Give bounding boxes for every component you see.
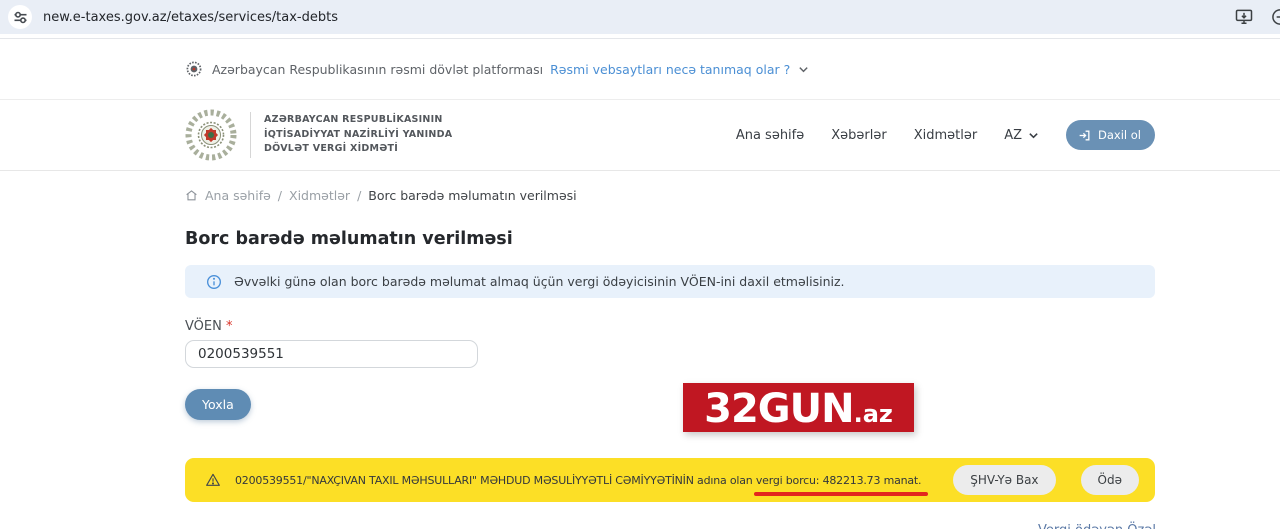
screen: new.e-taxes.gov.az/etaxes/services/tax-d… (0, 0, 1280, 529)
result-actions: ŞHV-Yə Bax Ödə (953, 465, 1139, 495)
ministry-emblem-icon (185, 109, 237, 161)
main-nav: Ana səhifə Xəbərlər Xidmətlər AZ Daxil o… (736, 120, 1155, 150)
ministry-logo[interactable]: AZƏRBAYCAN RESPUBLİKASININ İQTİSADİYYAT … (185, 109, 452, 161)
breadcrumb-current: Borc barədə məlumatın verilməsi (368, 188, 576, 203)
chevron-down-icon (1028, 130, 1039, 141)
login-icon (1078, 129, 1091, 142)
gov-notice-text: Azərbaycan Respublikasının rəsmi dövlət … (212, 62, 543, 77)
breadcrumb-separator: / (357, 188, 361, 203)
browser-address-bar[interactable]: new.e-taxes.gov.az/etaxes/services/tax-d… (0, 0, 1280, 34)
clipped-footer-label: Vergi ödəyən Özəl (1038, 523, 1156, 529)
debt-result-alert: 0200539551/"NAXÇIVAN TAXIL MƏHSULLARI" M… (185, 458, 1155, 502)
required-asterisk: * (226, 319, 233, 334)
info-icon (206, 274, 222, 290)
info-alert-text: Əvvəlki günə olan borc barədə məlumat al… (234, 274, 845, 289)
nav-item-services[interactable]: Xidmətlər (914, 128, 977, 143)
login-button[interactable]: Daxil ol (1066, 120, 1155, 150)
main-content: Ana səhifə / Xidmətlər / Borc barədə məl… (185, 188, 1155, 502)
voen-label-text: VÖEN (185, 319, 222, 334)
gov-notice-link[interactable]: Rəsmi vebsaytları necə tanımaq olar ? (550, 62, 790, 77)
login-label: Daxil ol (1098, 128, 1141, 142)
nav-item-home[interactable]: Ana səhifə (736, 128, 804, 143)
breadcrumb-services[interactable]: Xidmətlər (289, 188, 350, 203)
home-icon[interactable] (185, 189, 198, 202)
watermark-suffix-text: .az (854, 402, 893, 426)
org-line-2: İQTİSADİYYAT NAZİRLİYİ YANINDA (264, 128, 452, 143)
check-button[interactable]: Yoxla (185, 389, 251, 420)
zoom-out-icon[interactable] (1270, 7, 1280, 27)
debt-amount-underlined: vergi borcu: 482213.73 manat. (756, 474, 922, 487)
org-line-1: AZƏRBAYCAN RESPUBLİKASININ (264, 113, 452, 128)
watermark-main-text: 32GUN (704, 389, 853, 429)
site-settings-icon[interactable] (8, 5, 32, 29)
breadcrumb-separator: / (278, 188, 282, 203)
logo-divider (250, 112, 251, 158)
organization-name: AZƏRBAYCAN RESPUBLİKASININ İQTİSADİYYAT … (264, 113, 452, 157)
chevron-down-icon[interactable] (798, 64, 809, 75)
watermark-32gun: 32GUN .az (683, 383, 914, 432)
language-selector[interactable]: AZ (1004, 128, 1039, 143)
page-title: Borc barədə məlumatın verilməsi (185, 229, 1155, 249)
clipped-footer-text: Vergi ödəyən Özəl (1038, 519, 1208, 529)
shv-view-button[interactable]: ŞHV-Yə Bax (953, 465, 1055, 495)
nav-item-news[interactable]: Xəbərlər (831, 128, 886, 143)
debt-result-text: 0200539551/"NAXÇIVAN TAXIL MƏHSULLARI" M… (235, 474, 941, 487)
info-alert: Əvvəlki günə olan borc barədə məlumat al… (185, 265, 1155, 298)
pay-button[interactable]: Ödə (1081, 465, 1139, 495)
warning-icon (205, 472, 221, 488)
voen-input[interactable] (185, 340, 478, 368)
breadcrumb: Ana səhifə / Xidmətlər / Borc barədə məl… (185, 188, 1155, 203)
gov-emblem-icon (186, 61, 202, 77)
org-line-3: DÖVLƏT VERGİ XİDMƏTİ (264, 142, 452, 157)
debt-text-prefix: 0200539551/"NAXÇIVAN TAXIL MƏHSULLARI" M… (235, 474, 756, 487)
language-code: AZ (1004, 128, 1022, 143)
url-text[interactable]: new.e-taxes.gov.az/etaxes/services/tax-d… (43, 10, 338, 25)
breadcrumb-home[interactable]: Ana səhifə (205, 188, 271, 203)
install-app-icon[interactable] (1234, 7, 1254, 27)
gov-notice-bar: Azərbaycan Respublikasının rəsmi dövlət … (0, 39, 1280, 99)
voen-label: VÖEN * (185, 319, 1155, 334)
site-header: AZƏRBAYCAN RESPUBLİKASININ İQTİSADİYYAT … (0, 99, 1280, 171)
